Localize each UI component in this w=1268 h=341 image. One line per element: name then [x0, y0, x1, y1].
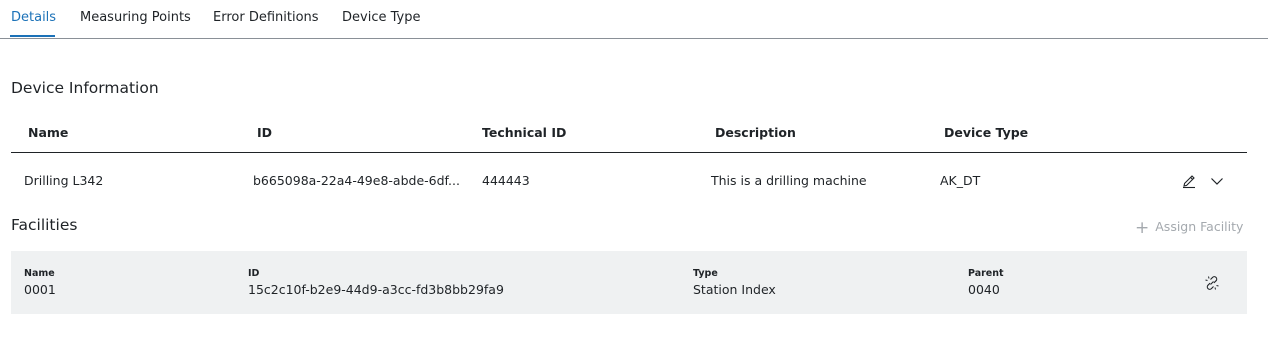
- facility-name-value: 0001: [24, 282, 56, 297]
- facility-name-label: Name: [24, 268, 55, 279]
- table-header-divider: [11, 152, 1247, 153]
- facility-parent-label: Parent: [968, 268, 1004, 279]
- cell-device-type: AK_DT: [940, 173, 981, 188]
- column-header-device-type: Device Type: [944, 125, 1029, 140]
- cell-description: This is a drilling machine: [711, 173, 867, 188]
- assign-facility-label: Assign Facility: [1155, 219, 1244, 234]
- facility-card: Name 0001 ID 15c2c10f-b2e9-44d9-a3cc-fd3…: [11, 251, 1247, 314]
- unlink-icon[interactable]: [1204, 275, 1220, 295]
- column-header-description: Description: [715, 125, 796, 140]
- cell-id: b665098a-22a4-49e8-abde-6df...: [253, 173, 460, 188]
- cell-technical-id: 444443: [482, 173, 530, 188]
- facilities-title: Facilities: [11, 216, 78, 234]
- tab-measuring-points[interactable]: Measuring Points: [80, 9, 191, 26]
- facility-type-value: Station Index: [693, 282, 776, 297]
- facility-type-label: Type: [693, 268, 718, 279]
- active-tab-indicator: [10, 35, 55, 37]
- chevron-down-icon[interactable]: [1209, 173, 1225, 193]
- tab-error-definitions[interactable]: Error Definitions: [213, 9, 319, 26]
- facility-parent-value: 0040: [968, 282, 1000, 297]
- tab-device-type[interactable]: Device Type: [342, 9, 420, 26]
- device-information-title: Device Information: [11, 79, 159, 97]
- cell-name: Drilling L342: [24, 173, 104, 188]
- facility-id-value: 15c2c10f-b2e9-44d9-a3cc-fd3b8bb29fa9: [248, 282, 504, 297]
- tab-bar: Details Measuring Points Error Definitio…: [0, 0, 1268, 39]
- column-header-technical-id: Technical ID: [482, 125, 567, 140]
- assign-facility-button[interactable]: + Assign Facility: [1135, 218, 1243, 238]
- tab-details[interactable]: Details: [11, 9, 56, 26]
- facility-id-label: ID: [248, 268, 260, 279]
- pencil-icon[interactable]: [1181, 173, 1197, 193]
- plus-icon: +: [1135, 218, 1150, 238]
- column-header-name: Name: [28, 125, 69, 140]
- column-header-id: ID: [257, 125, 273, 140]
